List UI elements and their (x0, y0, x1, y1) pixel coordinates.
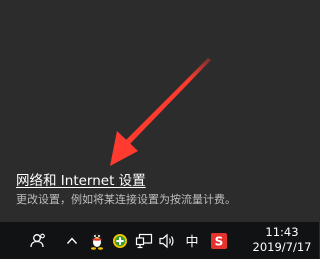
sogou-letter: S (215, 234, 224, 248)
sogou-input-icon[interactable]: S (208, 222, 230, 259)
clock-time: 11:43 (265, 225, 299, 239)
qq-penguin-icon[interactable] (87, 222, 107, 259)
screen: 网络和 Internet 设置 更改设置，例如将某连接设置为按流量计费。 中 S… (0, 0, 319, 259)
clock-date: 2019/7/17 (252, 240, 312, 254)
green-plus-app-icon[interactable] (111, 222, 129, 259)
network-flyout: 网络和 Internet 设置 更改设置，例如将某连接设置为按流量计费。 (0, 0, 319, 222)
arrow-shaft (124, 58, 211, 146)
arrow-head (110, 131, 138, 166)
ime-mode-label: 中 (185, 235, 199, 250)
volume-icon[interactable] (157, 222, 177, 259)
network-internet-settings-link[interactable]: 网络和 Internet 设置 (16, 172, 146, 190)
ime-chinese-icon[interactable]: 中 (182, 222, 202, 259)
show-hidden-icons-chevron-icon[interactable] (64, 222, 80, 259)
network-settings-description: 更改设置，例如将某连接设置为按流量计费。 (16, 193, 236, 206)
people-icon[interactable] (26, 222, 48, 259)
taskbar: 中 S 11:43 2019/7/17 (0, 222, 319, 259)
network-icon[interactable] (134, 222, 154, 259)
system-clock[interactable]: 11:43 2019/7/17 (249, 222, 315, 259)
